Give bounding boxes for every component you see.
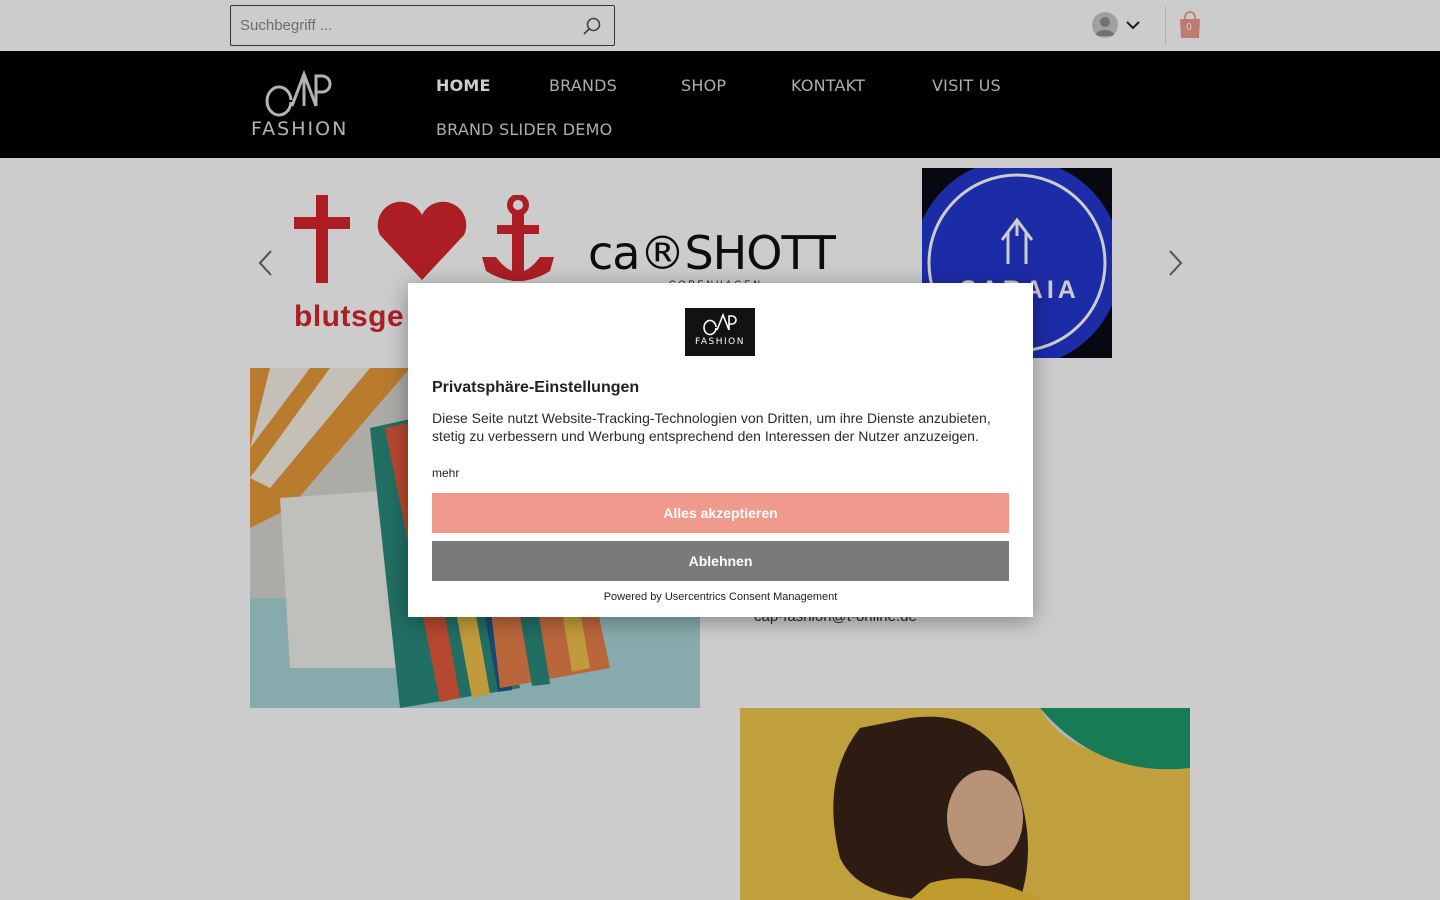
consent-title: Privatsphäre-Einstellungen — [432, 379, 640, 396]
consent-logo-text: FASHION — [695, 337, 745, 347]
consent-text: Diese Seite nutzt Website-Tracking-Techn… — [432, 410, 991, 444]
accept-all-button[interactable]: Alles akzeptieren — [432, 493, 1009, 533]
deny-button[interactable]: Ablehnen — [432, 541, 1009, 581]
consent-dialog: FASHION Privatsphäre-Einstellungen Diese… — [408, 283, 1033, 617]
consent-more-link[interactable]: mehr — [432, 466, 459, 480]
powered-by-text: Powered by Usercentrics Consent Manageme… — [603, 591, 838, 603]
consent-logo: FASHION — [685, 308, 755, 356]
